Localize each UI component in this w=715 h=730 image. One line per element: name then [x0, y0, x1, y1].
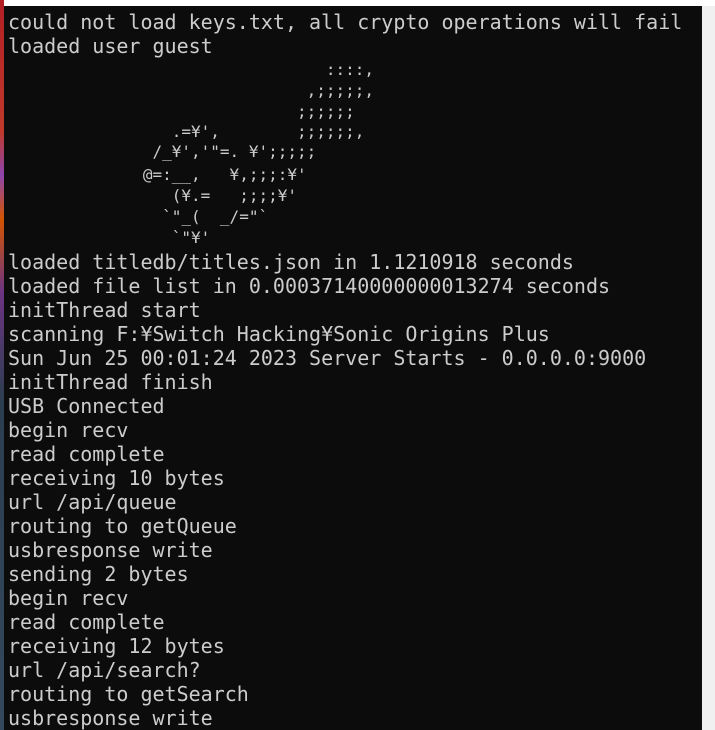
log-line: initThread start [8, 298, 201, 322]
log-line: usbresponse write [8, 706, 213, 730]
log-line: loaded user guest [8, 34, 213, 58]
log-line: routing to getSearch [8, 682, 249, 706]
log-line: loaded file list in 0.000371400000000132… [8, 274, 611, 298]
log-line: could not load keys.txt, all crypto oper… [8, 10, 683, 34]
console-window: could not load keys.txt, all crypto oper… [0, 0, 715, 730]
log-line: begin recv [8, 586, 129, 610]
log-line: url /api/search? [8, 658, 201, 682]
log-line: sending 2 bytes [8, 562, 189, 586]
log-line: scanning F:¥Switch Hacking¥Sonic Origins… [8, 322, 550, 346]
ascii-art-line: /_¥','"=. ¥';;;;; [8, 142, 317, 161]
log-line: USB Connected [8, 394, 165, 418]
log-line: begin recv [8, 418, 129, 442]
vertical-scrollbar[interactable] [702, 6, 715, 730]
log-line: loaded titledb/titles.json in 1.1210918 … [8, 250, 574, 274]
log-line: receiving 12 bytes [8, 634, 225, 658]
log-line: read complete [8, 442, 165, 466]
log-line: usbresponse write [8, 538, 213, 562]
ascii-art-line: `"¥' [8, 228, 211, 247]
log-line: Sun Jun 25 00:01:24 2023 Server Starts -… [8, 346, 647, 370]
log-line: initThread finish [8, 370, 213, 394]
log-line: read complete [8, 610, 165, 634]
log-line: url /api/queue [8, 490, 177, 514]
log-line: routing to getQueue [8, 514, 237, 538]
log-line: receiving 10 bytes [8, 466, 225, 490]
terminal-output[interactable]: could not load keys.txt, all crypto oper… [4, 6, 702, 730]
